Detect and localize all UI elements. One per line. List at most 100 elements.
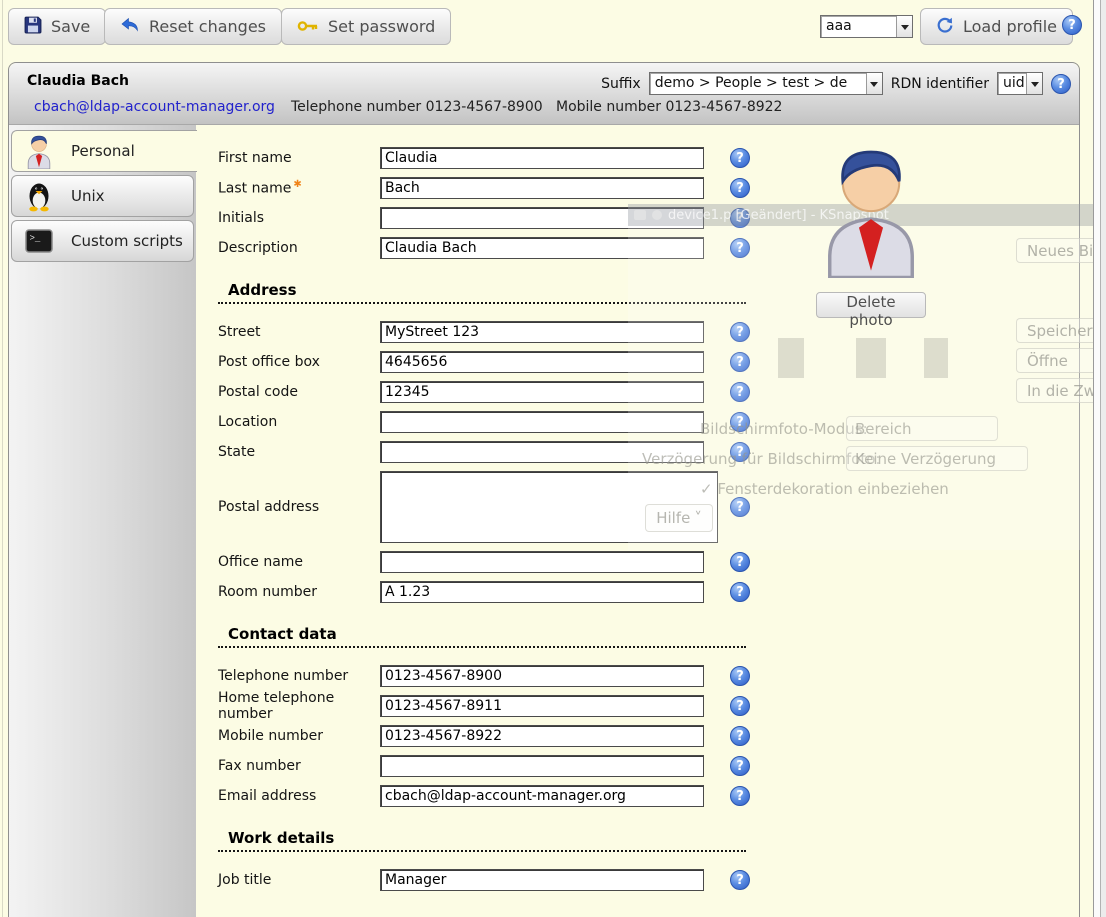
chevron-down-icon[interactable] <box>866 73 882 94</box>
email-link[interactable]: cbach@ldap-account-manager.org <box>34 99 275 115</box>
person-icon <box>23 133 55 169</box>
window-edge-left <box>2 0 3 917</box>
user-photo-block: Delete photo <box>816 140 926 329</box>
tab-custom-scripts[interactable]: >_Custom scripts <box>11 220 194 262</box>
tab-unix[interactable]: Unix <box>11 175 194 217</box>
undo-arrow-icon <box>120 17 140 37</box>
location-input[interactable] <box>380 411 704 433</box>
help-icon[interactable]: ? <box>730 352 750 372</box>
profile-select[interactable]: aaa <box>820 15 913 38</box>
account-header-bar: Claudia Bach cbach@ldap-account-manager.… <box>9 63 1079 125</box>
tab-label: Personal <box>71 142 135 160</box>
form-row: Office name? <box>218 547 1079 577</box>
section-header: Work details <box>218 829 746 852</box>
help-icon[interactable]: ? <box>730 870 750 890</box>
field-label: Room number <box>218 584 380 600</box>
rdn-select-value: uid <box>998 73 1026 94</box>
tab-personal[interactable]: Personal <box>11 130 197 172</box>
first-name-input[interactable] <box>380 147 704 169</box>
tab-label: Custom scripts <box>71 232 183 250</box>
help-icon[interactable]: ? <box>730 786 750 806</box>
field-label: State <box>218 444 380 460</box>
last-name-input[interactable] <box>380 177 704 199</box>
help-icon[interactable]: ? <box>1051 74 1071 94</box>
help-icon[interactable]: ? <box>730 552 750 572</box>
email-address-input[interactable] <box>380 785 704 807</box>
help-icon[interactable]: ? <box>730 726 750 746</box>
description-input[interactable] <box>380 237 704 259</box>
load-profile-button[interactable]: Load profile <box>920 8 1073 45</box>
form-row: Mobile number? <box>218 721 1079 751</box>
state-input[interactable] <box>380 441 704 463</box>
field-label: Location <box>218 414 380 430</box>
help-icon[interactable]: ? <box>730 382 750 402</box>
fax-number-input[interactable] <box>380 755 704 777</box>
floppy-icon <box>24 16 42 38</box>
form-sections: First name?Last name✱?Initials?Descripti… <box>218 143 1079 895</box>
user-photo <box>816 263 926 282</box>
street-input[interactable] <box>380 321 704 343</box>
profile-select-value: aaa <box>821 16 896 37</box>
postal-code-input[interactable] <box>380 381 704 403</box>
field-label: Fax number <box>218 758 380 774</box>
suffix-select[interactable]: demo > People > test > de <box>649 72 883 95</box>
reset-changes-button[interactable]: Reset changes <box>104 8 282 45</box>
initials-input[interactable] <box>380 207 704 229</box>
chevron-down-icon[interactable] <box>896 16 912 37</box>
field-label: Initials <box>218 210 380 226</box>
help-icon[interactable]: ? <box>730 497 750 517</box>
help-icon[interactable]: ? <box>730 442 750 462</box>
section-header: Address <box>218 281 746 304</box>
form-row: Description? <box>218 233 1079 263</box>
office-name-input[interactable] <box>380 551 704 573</box>
form-row: Street? <box>218 317 1079 347</box>
key-icon <box>297 17 319 36</box>
home-telephone-number-input[interactable] <box>380 695 704 717</box>
help-icon[interactable]: ? <box>730 756 750 776</box>
form-row: Email address? <box>218 781 1079 811</box>
job-title-input[interactable] <box>380 869 704 891</box>
account-title: Claudia Bach <box>27 73 129 89</box>
form-row: State? <box>218 437 1079 467</box>
form-row: Location? <box>218 407 1079 437</box>
help-icon[interactable]: ? <box>730 208 750 228</box>
personal-form: First name?Last name✱?Initials?Descripti… <box>196 125 1079 917</box>
tux-icon <box>23 178 55 214</box>
post-office-box-input[interactable] <box>380 351 704 373</box>
field-label: Post office box <box>218 354 380 370</box>
help-icon[interactable]: ? <box>730 666 750 686</box>
form-row: Post office box? <box>218 347 1079 377</box>
toolbar: Save Reset changes Set password aaa Load… <box>0 0 1106 58</box>
suffix-label: Suffix <box>601 76 641 92</box>
postal-address-input[interactable] <box>380 471 718 543</box>
set-password-button-label: Set password <box>328 17 435 36</box>
field-label: Street <box>218 324 380 340</box>
chevron-down-icon[interactable] <box>1026 73 1042 94</box>
room-number-input[interactable] <box>380 581 704 603</box>
set-password-button[interactable]: Set password <box>281 8 451 45</box>
delete-photo-button[interactable]: Delete photo <box>816 292 926 318</box>
header-telephone: Telephone number 0123-4567-8900 <box>291 99 543 115</box>
form-row: Postal code? <box>218 377 1079 407</box>
field-label: Last name✱ <box>218 179 380 197</box>
field-label: Office name <box>218 554 380 570</box>
save-button[interactable]: Save <box>8 8 106 45</box>
help-icon[interactable]: ? <box>730 238 750 258</box>
mobile-number-input[interactable] <box>380 725 704 747</box>
help-icon[interactable]: ? <box>730 148 750 168</box>
telephone-number-input[interactable] <box>380 665 704 687</box>
form-row: Telephone number? <box>218 661 1079 691</box>
help-icon[interactable]: ? <box>730 582 750 602</box>
help-icon[interactable]: ? <box>1062 15 1082 35</box>
field-label: Postal address <box>218 499 380 515</box>
field-label: Telephone number <box>218 668 380 684</box>
field-label: Postal code <box>218 384 380 400</box>
help-icon[interactable]: ? <box>730 322 750 342</box>
help-icon[interactable]: ? <box>730 412 750 432</box>
module-tab-list: Personal Unix>_Custom scripts <box>9 125 196 917</box>
rdn-identifier-select[interactable]: uid <box>997 72 1043 95</box>
help-icon[interactable]: ? <box>730 178 750 198</box>
field-label: Job title <box>218 872 380 888</box>
help-icon[interactable]: ? <box>730 696 750 716</box>
section-header: Contact data <box>218 625 746 648</box>
